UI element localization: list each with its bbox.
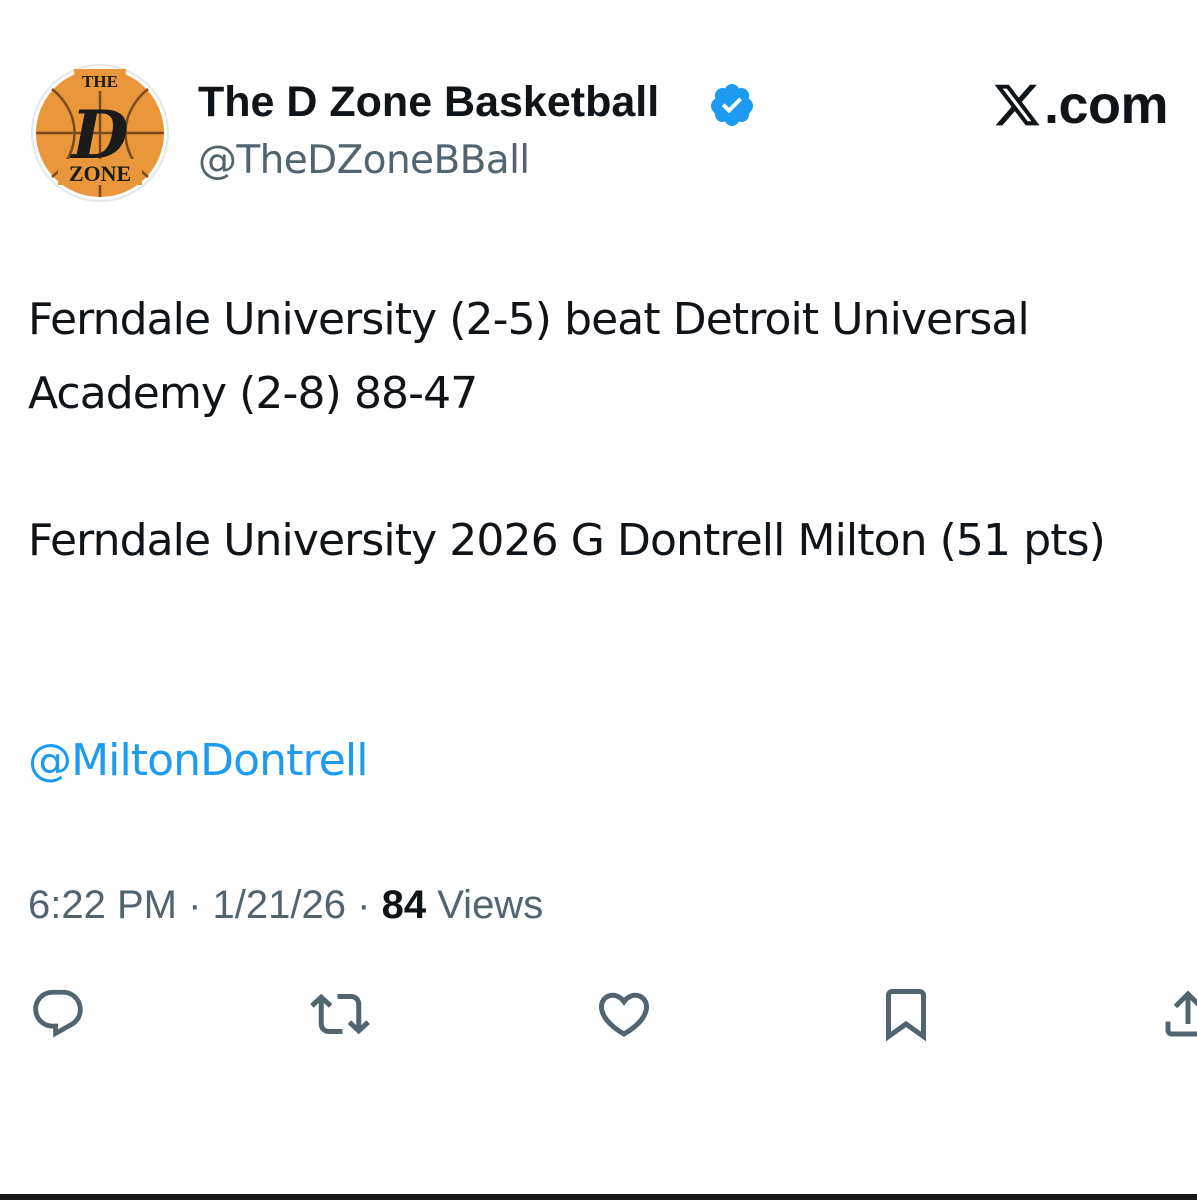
verified-badge-icon [708,81,756,129]
post-text-paragraph: Ferndale University (2-5) beat Detroit U… [28,294,1030,419]
x-logo-icon [994,84,1040,126]
mention-link[interactable]: @MiltonDontrell [28,724,368,798]
avatar[interactable]: THE D ZONE [30,63,170,203]
the-d-zone-logo: THE D ZONE [31,64,169,202]
like-button[interactable] [594,984,654,1044]
author-display-name[interactable]: The D Zone Basketball [198,74,659,130]
brand-domain-text: .com [1044,75,1169,135]
bottom-divider [0,1194,1197,1200]
heart-icon [598,992,650,1037]
bookmark-icon [886,989,926,1042]
author-handle[interactable]: @TheDZoneBBall [198,134,530,188]
logo-top-text: THE [82,72,118,91]
views-count: 84 [381,883,427,927]
reply-icon [33,989,83,1038]
share-button[interactable] [1158,984,1197,1044]
reply-button[interactable] [28,984,88,1044]
share-icon [1165,990,1197,1037]
meta-separator: · [357,883,371,927]
post-metadata: 6:22 PM · 1/21/26 · 84 Views [28,877,543,933]
retweet-button[interactable] [310,984,370,1044]
brand-watermark: .com [992,72,1169,138]
post-time[interactable]: 6:22 PM [28,883,177,927]
post-date[interactable]: 1/21/26 [213,883,346,927]
post-text-paragraph: Ferndale University 2026 G Dontrell Milt… [28,515,1106,566]
bookmark-button[interactable] [876,984,936,1044]
retweet-icon [310,993,370,1035]
meta-separator: · [188,883,202,927]
views-label: Views [437,883,544,927]
logo-bottom-text: ZONE [69,161,131,186]
